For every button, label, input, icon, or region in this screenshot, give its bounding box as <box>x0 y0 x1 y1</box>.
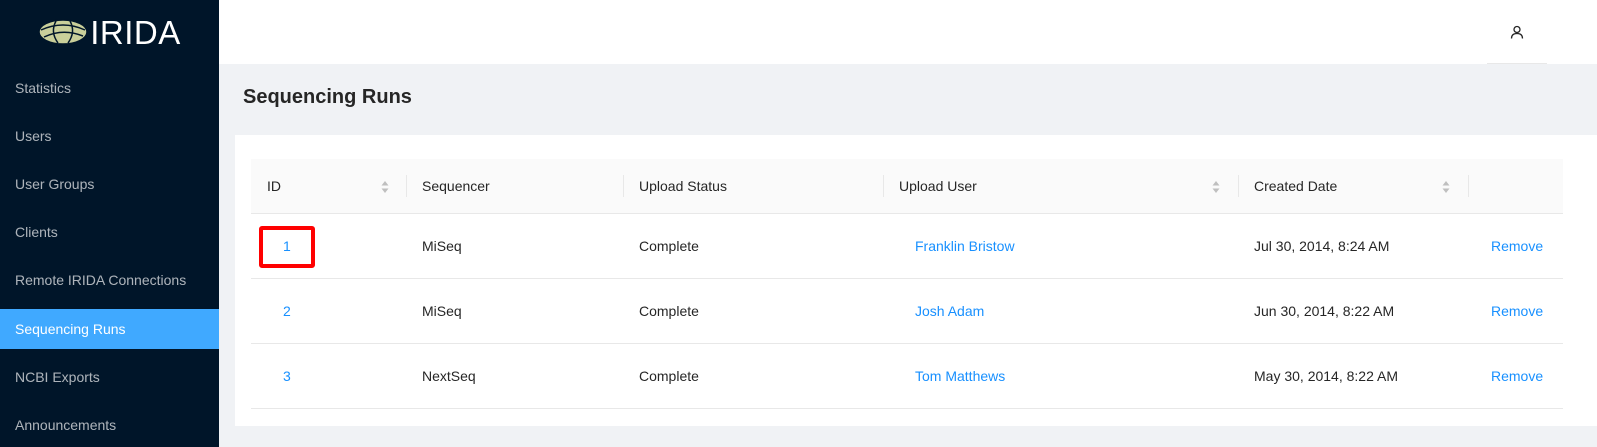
column-header-sequencer: Sequencer <box>406 159 623 214</box>
column-header-actions <box>1468 159 1563 214</box>
sidebar-item-announcements[interactable]: Announcements <box>0 405 219 445</box>
sidebar-item-statistics[interactable]: Statistics <box>0 68 219 108</box>
upload-status-cell: Complete <box>639 238 699 254</box>
created-date-cell: Jun 30, 2014, 8:22 AM <box>1254 303 1395 319</box>
remove-button[interactable]: Remove <box>1491 279 1543 343</box>
sequencing-runs-table: ID Sequencer Upload Status Upload User C… <box>251 159 1563 409</box>
content-card: ID Sequencer Upload Status Upload User C… <box>235 135 1597 426</box>
upload-user-link[interactable]: Josh Adam <box>915 279 984 343</box>
upload-status-cell: Complete <box>639 368 699 384</box>
top-header <box>219 0 1597 64</box>
column-header-upload-user-label: Upload User <box>899 178 977 194</box>
sort-icon[interactable] <box>1442 180 1450 194</box>
sort-icon[interactable] <box>381 180 389 194</box>
sidebar-item-sequencing-runs[interactable]: Sequencing Runs <box>0 309 219 349</box>
sequencer-cell: NextSeq <box>422 368 476 384</box>
column-header-created-date-label: Created Date <box>1254 178 1338 194</box>
table-row: 1 MiSeq Complete Franklin Bristow Jul 30… <box>251 214 1563 279</box>
user-icon <box>1510 25 1524 39</box>
created-date-cell: May 30, 2014, 8:22 AM <box>1254 368 1398 384</box>
irida-globe-logo-icon <box>38 19 88 45</box>
column-header-sequencer-label: Sequencer <box>422 178 490 194</box>
sort-icon[interactable] <box>1212 180 1220 194</box>
sidebar-item-users[interactable]: Users <box>0 116 219 156</box>
upload-user-link[interactable]: Tom Matthews <box>915 344 1005 408</box>
sidebar-item-user-groups[interactable]: User Groups <box>0 164 219 204</box>
table-row: 2 MiSeq Complete Josh Adam Jun 30, 2014,… <box>251 279 1563 344</box>
remove-button[interactable]: Remove <box>1491 214 1543 278</box>
page-title: Sequencing Runs <box>243 86 412 108</box>
run-id-link[interactable]: 1 <box>283 214 291 278</box>
user-menu-button[interactable] <box>1487 0 1547 64</box>
logo-text: IRIDA <box>90 13 181 51</box>
column-header-upload-status-label: Upload Status <box>639 178 727 194</box>
run-id-link[interactable]: 2 <box>283 279 291 343</box>
remove-button[interactable]: Remove <box>1491 344 1543 408</box>
sidebar: IRIDA Statistics Users User Groups Clien… <box>0 0 219 447</box>
run-id-link[interactable]: 3 <box>283 344 291 408</box>
logo[interactable]: IRIDA <box>0 0 219 64</box>
created-date-cell: Jul 30, 2014, 8:24 AM <box>1254 238 1390 254</box>
column-header-id-label: ID <box>267 178 281 194</box>
sidebar-item-clients[interactable]: Clients <box>0 212 219 252</box>
column-header-created-date[interactable]: Created Date <box>1238 159 1468 214</box>
table-row: 3 NextSeq Complete Tom Matthews May 30, … <box>251 344 1563 409</box>
upload-user-link[interactable]: Franklin Bristow <box>915 214 1015 278</box>
sidebar-item-ncbi-exports[interactable]: NCBI Exports <box>0 357 219 397</box>
column-header-upload-status: Upload Status <box>623 159 883 214</box>
sequencer-cell: MiSeq <box>422 303 462 319</box>
upload-status-cell: Complete <box>639 303 699 319</box>
table-header: ID Sequencer Upload Status Upload User C… <box>251 159 1563 214</box>
sequencer-cell: MiSeq <box>422 238 462 254</box>
sidebar-item-remote-irida-connections[interactable]: Remote IRIDA Connections <box>0 260 219 300</box>
column-header-upload-user[interactable]: Upload User <box>883 159 1238 214</box>
